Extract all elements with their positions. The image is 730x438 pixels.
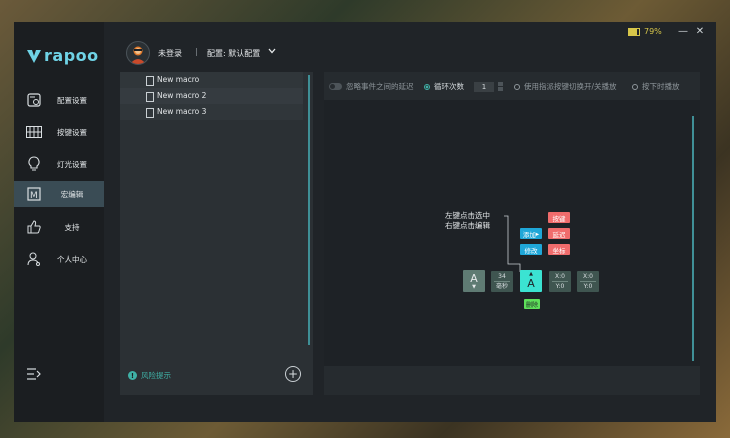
loop-count-input[interactable]: 1: [474, 81, 494, 92]
add-key-button[interactable]: 按键: [548, 212, 570, 223]
macro-name: New macro 3: [157, 107, 207, 116]
sidebar: rapoo 配置设置 按键设置 灯光设置 M 宏编辑 支持 个人中心: [14, 22, 104, 422]
macro-list-scrollbar[interactable]: [308, 75, 310, 345]
press-play-option[interactable]: 按下时播放: [632, 81, 680, 92]
file-icon: [146, 92, 154, 102]
minimize-button[interactable]: —: [677, 25, 689, 37]
loop-count-label: 循环次数: [434, 82, 464, 91]
header-separator: |: [195, 47, 198, 56]
coord-y: Y:0: [583, 283, 593, 290]
avatar[interactable]: [126, 41, 150, 65]
press-play-radio[interactable]: [632, 83, 638, 90]
coord-event[interactable]: X:0 Y:0: [549, 271, 571, 292]
sidebar-item-macro[interactable]: M 宏编辑: [14, 181, 104, 207]
ignore-delay-option[interactable]: 忽略事件之间的延迟: [329, 81, 414, 92]
rapoo-logo: rapoo: [26, 46, 99, 65]
info-icon: !: [128, 371, 137, 380]
keyboard-icon: [26, 124, 42, 140]
coord-x: X:0: [583, 273, 593, 280]
close-button[interactable]: ✕: [694, 25, 706, 37]
app-window: rapoo 配置设置 按键设置 灯光设置 M 宏编辑 支持 个人中心 未登录 |…: [14, 22, 716, 422]
sidebar-item-keys[interactable]: 按键设置: [14, 119, 104, 145]
loop-count-option[interactable]: 循环次数 1: [424, 81, 503, 92]
macro-name: New macro 2: [157, 91, 207, 100]
submenu-arrow-icon: ▸: [535, 229, 540, 238]
key-up-event-selected[interactable]: ▲ A: [520, 270, 542, 292]
add-coord-button[interactable]: 坐标: [548, 244, 570, 255]
toggle-play-radio[interactable]: [514, 83, 520, 90]
loop-count-radio[interactable]: [424, 83, 430, 90]
rapoo-logo-icon: [27, 49, 41, 63]
delay-unit: 毫秒: [495, 283, 508, 290]
lightbulb-icon: [26, 156, 42, 172]
macro-name: New macro: [157, 75, 200, 84]
modify-action-button[interactable]: 修改: [520, 244, 542, 255]
svg-text:M: M: [30, 191, 38, 201]
sidebar-item-config[interactable]: 配置设置: [14, 87, 104, 113]
logo-text: rapoo: [44, 46, 99, 65]
profile-selector[interactable]: 配置: 默认配置: [207, 48, 260, 59]
delay-event[interactable]: 34 毫秒: [491, 271, 513, 292]
toggle-play-option[interactable]: 使用指派按键切换开/关播放: [514, 81, 617, 92]
menu-collapse-icon[interactable]: [27, 368, 41, 382]
macro-icon: M: [26, 186, 42, 202]
key-down-event[interactable]: A ▼: [463, 270, 485, 292]
coord-y: Y:0: [555, 283, 565, 290]
add-delay-button[interactable]: 延迟: [548, 228, 570, 239]
macro-list-panel: New macro New macro 2 New macro 3 ! 风险提示…: [120, 72, 313, 395]
ignore-delay-label: 忽略事件之间的延迟: [346, 82, 414, 91]
sidebar-item-label: 灯光设置: [57, 159, 87, 169]
macro-list-item[interactable]: New macro: [120, 72, 303, 88]
delay-value: 34: [498, 273, 506, 280]
hint-line-2: 右键点击编辑: [445, 221, 490, 230]
top-bar: 未登录 | 配置: 默认配置 79% — ✕: [104, 22, 716, 72]
user-icon: [26, 251, 42, 267]
delete-event-button[interactable]: 删除: [524, 299, 540, 309]
sidebar-item-label: 宏编辑: [60, 189, 84, 199]
editor-scrollbar[interactable]: [692, 116, 694, 361]
sidebar-item-label: 按键设置: [57, 127, 87, 137]
toggle-play-label: 使用指派按键切换开/关播放: [524, 82, 617, 91]
macro-options-bar: 忽略事件之间的延迟 循环次数 1 使用指派按键切换开/关播放 按下时播放: [324, 72, 700, 100]
ignore-delay-toggle[interactable]: [329, 83, 342, 90]
sidebar-item-profile[interactable]: 个人中心: [14, 246, 104, 272]
add-macro-button[interactable]: +: [285, 366, 301, 382]
macro-list-item[interactable]: New macro 3: [120, 104, 303, 120]
sidebar-item-label: 个人中心: [57, 254, 87, 264]
editor-hint: 左键点击选中 右键点击编辑: [445, 211, 490, 231]
sidebar-item-support[interactable]: 支持: [14, 214, 104, 240]
risk-warning-link[interactable]: ! 风险提示: [128, 370, 171, 381]
coord-event[interactable]: X:0 Y:0: [577, 271, 599, 292]
add-action-button[interactable]: 添加 ▸: [520, 228, 542, 239]
sidebar-item-label: 配置设置: [57, 95, 87, 105]
sidebar-item-label: 支持: [64, 222, 80, 232]
loop-count-stepper[interactable]: [498, 82, 503, 91]
sidebar-item-lighting[interactable]: 灯光设置: [14, 151, 104, 177]
chevron-down-icon[interactable]: [268, 47, 276, 56]
hint-line-1: 左键点击选中: [445, 211, 490, 220]
risk-warning-label: 风险提示: [141, 371, 171, 380]
add-action-label: 添加: [522, 230, 536, 239]
key-letter: A: [527, 277, 535, 290]
key-down-arrow-icon: ▼: [472, 284, 476, 290]
battery-indicator: 79%: [628, 27, 662, 36]
macro-editor-panel: 忽略事件之间的延迟 循环次数 1 使用指派按键切换开/关播放 按下时播放 左键点…: [324, 72, 700, 395]
file-icon: [146, 108, 154, 118]
editor-footer: [324, 366, 700, 395]
macro-list: New macro New macro 2 New macro 3: [120, 72, 303, 120]
battery-icon: [628, 27, 640, 36]
coord-x: X:0: [555, 273, 565, 280]
config-icon: [26, 92, 42, 108]
macro-list-item[interactable]: New macro 2: [120, 88, 303, 104]
login-status[interactable]: 未登录: [158, 48, 182, 59]
press-play-label: 按下时播放: [642, 82, 680, 91]
battery-percent: 79%: [644, 27, 662, 36]
file-icon: [146, 76, 154, 86]
thumbs-up-icon: [26, 219, 42, 235]
